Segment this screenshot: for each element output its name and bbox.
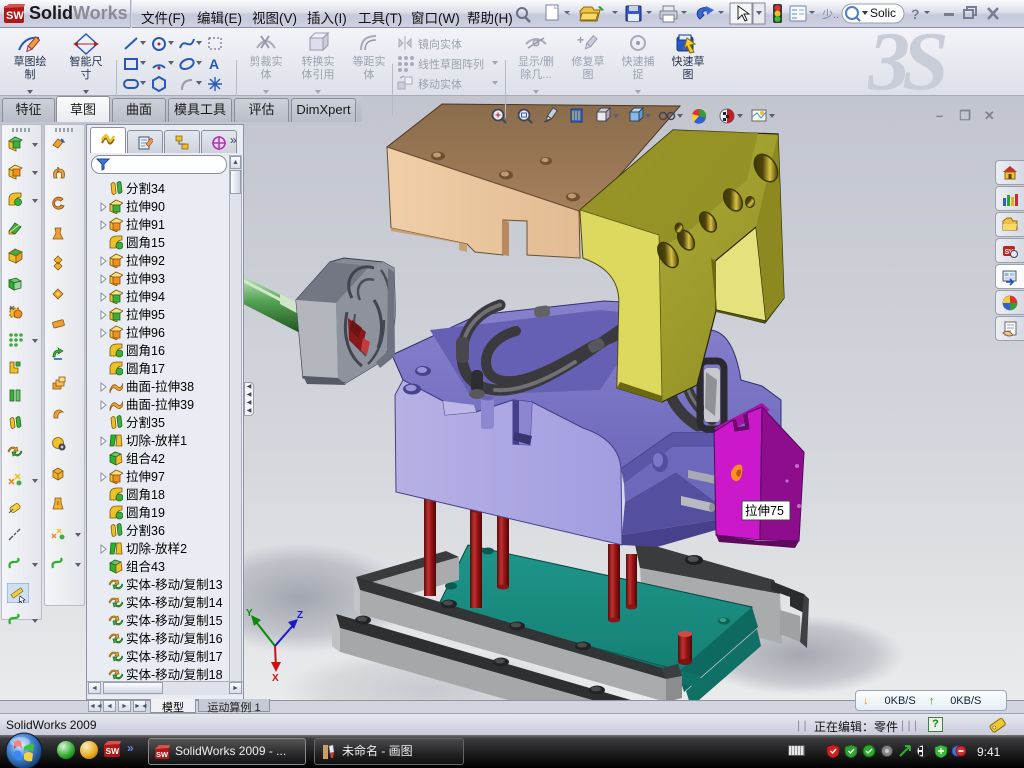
svg-text:X: X xyxy=(272,673,279,684)
svg-text:?: ? xyxy=(911,6,920,22)
svg-text:少..: 少.. xyxy=(822,8,839,21)
svg-text:A: A xyxy=(209,56,219,72)
svg-text:+: + xyxy=(577,33,584,47)
svg-text:Z: Z xyxy=(297,610,303,621)
svg-text:拉伸75: 拉伸75 xyxy=(745,503,784,518)
svg-text:SW: SW xyxy=(106,746,121,756)
svg-text:SW: SW xyxy=(156,750,169,759)
svg-text:Y: Y xyxy=(246,608,253,619)
svg-text:SW: SW xyxy=(6,10,24,22)
svg-text:Solic: Solic xyxy=(870,6,896,20)
